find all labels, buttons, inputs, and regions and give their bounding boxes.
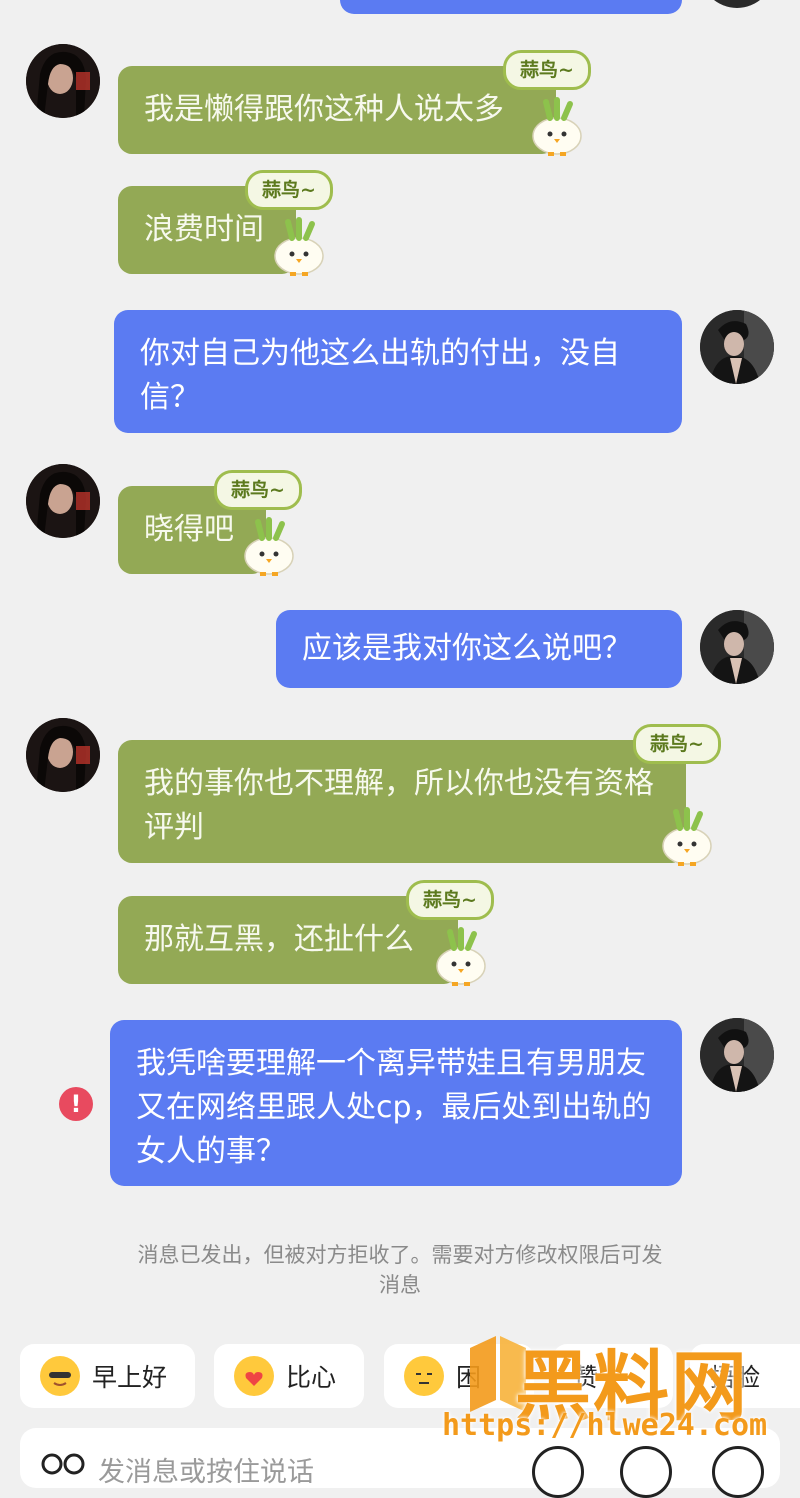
sent-message-bubble[interactable]: 应该是我对你这么说吧？	[276, 610, 682, 688]
sun-sunglasses-emoji-icon	[40, 1356, 80, 1396]
sticker-tag: 蒜鸟~	[245, 170, 333, 210]
chip-label: 比心	[286, 1363, 337, 1392]
contact-avatar[interactable]	[26, 718, 100, 792]
sticker-tag: 蒜鸟~	[633, 724, 721, 764]
voice-icon[interactable]	[532, 1446, 584, 1498]
sent-message-bubble[interactable]: 我凭啥要理解一个离异带娃且有男朋友又在网络里跟人处cp，最后处到出轨的女人的事？	[110, 1020, 682, 1186]
message-text: 我凭啥要理解一个离异带娃且有男朋友又在网络里跟人处cp，最后处到出轨的女人的事？	[136, 1046, 652, 1169]
emoji-icon[interactable]	[620, 1446, 672, 1498]
message-text: 应该是我对你这么说吧？	[302, 631, 632, 666]
my-avatar[interactable]	[700, 1018, 774, 1092]
rejection-notice: 消息已发出，但被对方拒收了。需要对方修改权限后可发消息	[137, 1243, 663, 1297]
heart-hand-emoji-icon	[234, 1356, 274, 1396]
mode-switch-icon[interactable]	[40, 1452, 86, 1482]
chick-sticker-icon	[662, 807, 712, 866]
message-text: 你对自己为他这么出轨的付出，没自信？	[140, 336, 620, 415]
chick-sticker-icon	[436, 927, 486, 986]
quick-reply-sleepy[interactable]: 困	[384, 1344, 534, 1408]
previous-sent-bubble[interactable]	[340, 0, 682, 14]
sleepy-emoji-icon	[404, 1356, 444, 1396]
message-text: 我是懒得跟你这种人说太多	[144, 92, 504, 127]
sticker-tag: 蒜鸟~	[503, 50, 591, 90]
message-input[interactable]: 发消息或按住说话	[98, 1450, 314, 1489]
sent-message-bubble[interactable]: 你对自己为他这么出轨的付出，没自信？	[114, 310, 682, 433]
message-text: 晓得吧	[144, 512, 234, 547]
chick-sticker-icon	[274, 217, 324, 276]
contact-avatar[interactable]	[26, 44, 100, 118]
message-text: 那就互黑，还扯什么	[144, 922, 414, 957]
add-icon[interactable]	[712, 1446, 764, 1498]
chip-label: 困	[456, 1363, 482, 1392]
chip-label: 早上好	[92, 1363, 168, 1392]
received-message-bubble[interactable]: 我的事你也不理解，所以你也没有资格评判	[118, 740, 686, 863]
quick-reply-good-morning[interactable]: 早上好	[20, 1344, 195, 1408]
contact-avatar[interactable]	[26, 464, 100, 538]
my-avatar[interactable]	[700, 610, 774, 684]
watermark-url: https://hlwe24.com	[442, 1408, 768, 1443]
message-text: 浪费时间	[144, 212, 264, 247]
send-failed-icon[interactable]: !	[59, 1087, 93, 1121]
received-message-bubble[interactable]: 我是懒得跟你这种人说太多	[118, 66, 556, 154]
message-text: 我的事你也不理解，所以你也没有资格评判	[144, 766, 654, 845]
sticker-tag: 蒜鸟~	[214, 470, 302, 510]
quick-reply-heart[interactable]: 比心	[214, 1344, 364, 1408]
chick-sticker-icon	[244, 517, 294, 576]
previous-my-avatar[interactable]	[700, 0, 774, 8]
my-avatar[interactable]	[700, 310, 774, 384]
chat-area[interactable]: 我是懒得跟你这种人说太多 蒜鸟~ 浪费时间 蒜鸟~ 你对自己为他这么出轨的付出，…	[0, 0, 800, 1330]
chick-sticker-icon	[532, 97, 582, 156]
sticker-tag: 蒜鸟~	[406, 880, 494, 920]
